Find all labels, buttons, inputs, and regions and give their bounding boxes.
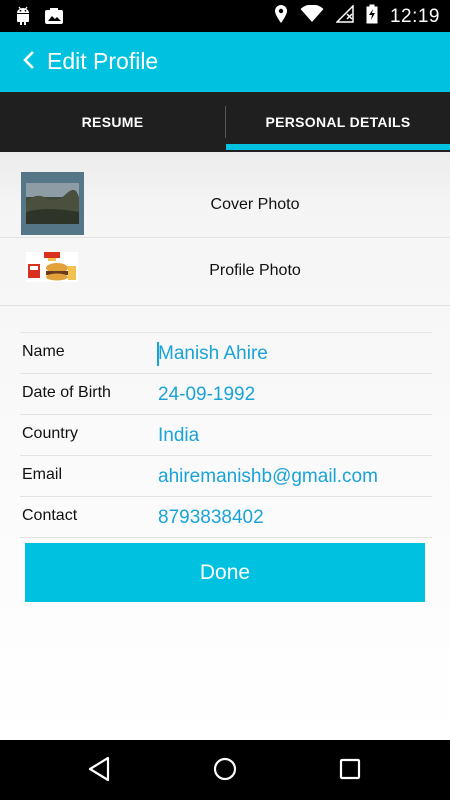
no-signal-icon: [335, 4, 354, 28]
contact-field-row: Contact 8793838402: [20, 497, 432, 538]
name-field[interactable]: Manish Ahire: [158, 343, 268, 365]
profile-photo-label: Profile Photo: [209, 262, 301, 279]
done-button[interactable]: Done: [25, 543, 425, 602]
dob-field[interactable]: 24-09-1992: [158, 384, 255, 406]
email-label: Email: [22, 466, 63, 483]
nav-back-button[interactable]: [84, 756, 114, 786]
cover-photo-row[interactable]: Cover Photo: [0, 172, 450, 238]
status-left-icons: [14, 6, 64, 31]
tab-resume-label: RESUME: [81, 114, 144, 130]
country-field[interactable]: India: [158, 425, 199, 447]
country-field-row: Country India: [20, 415, 432, 456]
navigation-bar: [0, 740, 450, 800]
profile-photo-row[interactable]: Profile Photo: [0, 238, 450, 306]
app-bar: Edit Profile: [0, 32, 450, 92]
email-field[interactable]: ahiremanishb@gmail.com: [158, 466, 378, 488]
status-right-icons: 12:19: [274, 4, 440, 29]
chevron-left-icon: [22, 50, 36, 75]
cover-photo-label: Cover Photo: [210, 196, 300, 213]
profile-form: Cover Photo Profile Photo Name Manish Ah…: [0, 152, 450, 740]
battery-charging-icon: [366, 4, 378, 29]
country-label: Country: [22, 425, 79, 442]
home-circle-icon: [212, 756, 238, 787]
profile-photo-thumbnail[interactable]: [26, 252, 78, 282]
status-bar: 12:19: [0, 0, 450, 32]
status-time: 12:19: [389, 5, 440, 27]
tab-personal-details[interactable]: PERSONAL DETAILS: [226, 92, 450, 152]
nav-home-button[interactable]: [210, 756, 240, 786]
dob-label: Date of Birth: [22, 384, 111, 401]
cover-photo-thumbnail[interactable]: [21, 172, 84, 235]
name-field-row: Name Manish Ahire: [20, 333, 432, 374]
android-icon: [14, 6, 32, 31]
nav-recents-button[interactable]: [335, 756, 365, 786]
tab-personal-details-label: PERSONAL DETAILS: [265, 114, 411, 130]
page-title: Edit Profile: [47, 48, 159, 74]
photo-notification-icon: [44, 7, 64, 30]
back-button[interactable]: [18, 50, 40, 74]
recents-square-icon: [338, 757, 362, 786]
back-triangle-icon: [87, 756, 111, 787]
location-icon: [274, 4, 288, 29]
tab-bar: RESUME PERSONAL DETAILS: [0, 92, 450, 152]
dob-field-row: Date of Birth 24-09-1992: [20, 374, 432, 415]
name-label: Name: [22, 343, 65, 360]
selected-tab-indicator: [226, 144, 450, 150]
wifi-icon: [300, 4, 324, 28]
tab-resume[interactable]: RESUME: [0, 92, 225, 152]
done-button-label: Done: [199, 560, 251, 584]
email-field-row: Email ahiremanishb@gmail.com: [20, 456, 432, 497]
contact-label: Contact: [22, 507, 78, 524]
contact-field[interactable]: 8793838402: [158, 507, 264, 529]
